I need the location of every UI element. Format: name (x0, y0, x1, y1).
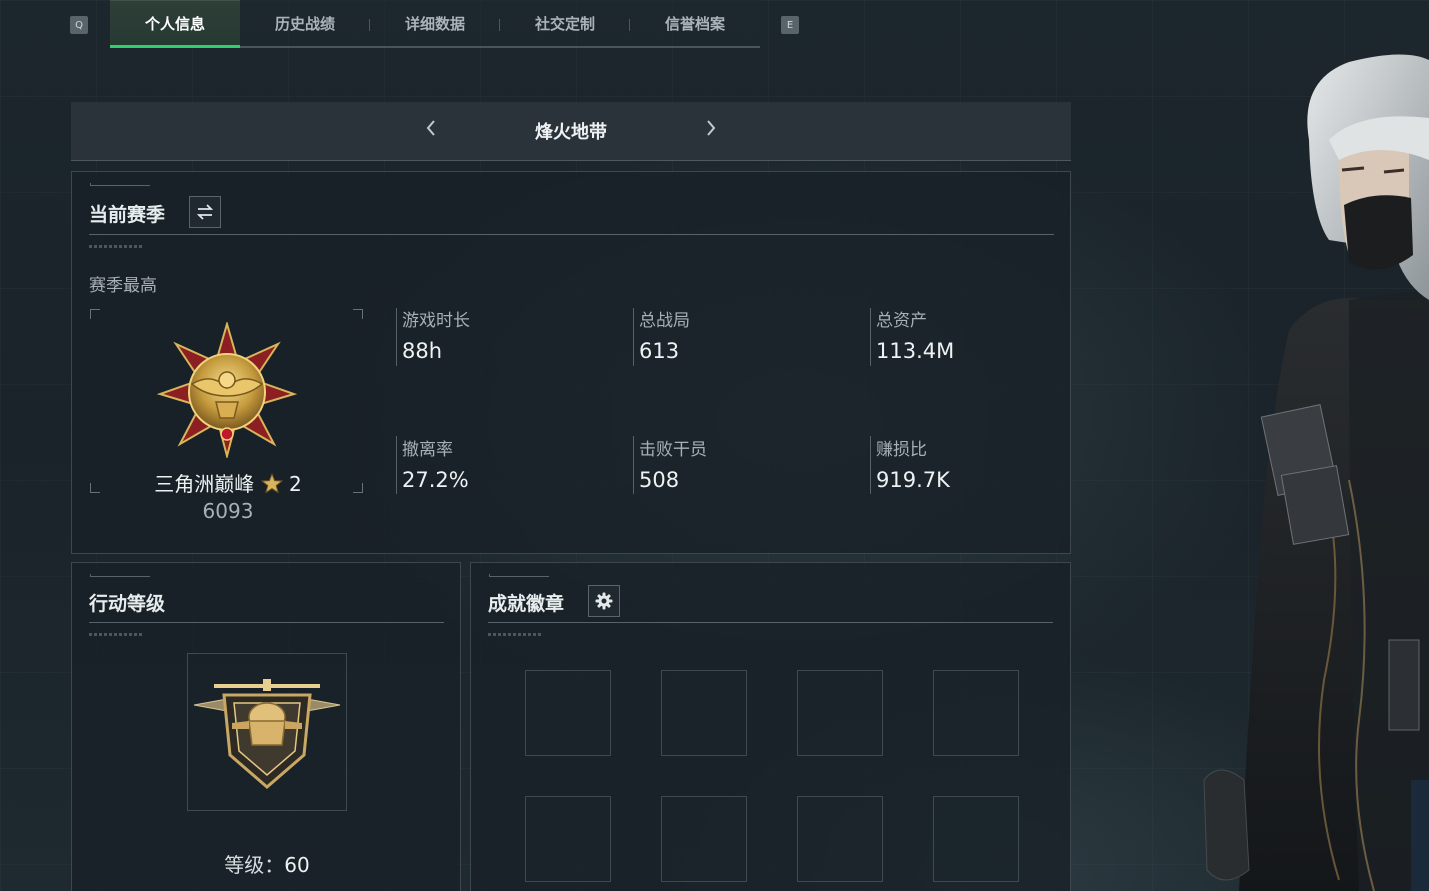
tab-credit-record[interactable]: 信誉档案 (630, 0, 760, 46)
frame-corner (90, 483, 100, 493)
stat-divider (396, 436, 397, 494)
stat-value-assets: 113.4M (876, 339, 955, 363)
mode-selector: 烽火地带 (71, 102, 1071, 161)
star-icon (260, 472, 283, 494)
next-tab-key-label: E (786, 19, 794, 31)
achievements-title: 成就徽章 (488, 593, 565, 615)
mode-title: 烽火地带 (535, 122, 607, 143)
level-row: 等级：60 (72, 849, 462, 878)
season-panel: 当前赛季 赛季最高 三角洲巅峰 2 6093 游戏时长 88h 总战局 613 … (71, 171, 1071, 554)
tab-label: 个人信息 (144, 15, 205, 33)
achievements-panel: 成就徽章 (470, 562, 1071, 891)
title-sub-decoration (488, 633, 542, 636)
season-best-label: 赛季最高 (89, 276, 157, 296)
tab-label: 信誉档案 (664, 14, 725, 33)
stat-label-matches: 总战局 (639, 311, 690, 331)
level-label: 等级： (224, 853, 285, 877)
stat-divider (633, 436, 634, 494)
prev-tab-key-label: Q (75, 19, 83, 31)
stat-value-profit-ratio: 919.7K (876, 468, 950, 492)
tab-personal-info[interactable]: 个人信息 (110, 0, 240, 48)
action-level-title: 行动等级 (89, 593, 166, 615)
stat-label-extract-rate: 撤离率 (402, 440, 453, 460)
rank-score: 6093 (202, 499, 254, 523)
title-divider (89, 234, 1054, 235)
prev-tab-key[interactable]: Q (70, 16, 88, 34)
season-title: 当前赛季 (89, 204, 166, 226)
badge-slot[interactable] (933, 670, 1019, 756)
badge-slot[interactable] (797, 796, 883, 882)
rank-stars: 2 (288, 472, 302, 496)
badge-slot[interactable] (525, 796, 611, 882)
tab-social-custom[interactable]: 社交定制 (500, 0, 630, 46)
stat-divider (870, 308, 871, 366)
badge-slot[interactable] (933, 796, 1019, 882)
badge-slot[interactable] (661, 796, 747, 882)
rank-name: 三角洲巅峰 (154, 472, 255, 496)
top-tab-bar: 个人信息 历史战绩 详细数据 社交定制 信誉档案 (110, 0, 760, 48)
title-sub-decoration (89, 633, 143, 636)
stat-label-playtime: 游戏时长 (402, 311, 470, 331)
title-divider (89, 622, 444, 623)
badge-slot[interactable] (797, 670, 883, 756)
swap-icon[interactable] (189, 196, 221, 228)
badge-slot[interactable] (661, 670, 747, 756)
frame-corner (90, 309, 100, 319)
stat-value-matches: 613 (639, 339, 680, 363)
badge-slot[interactable] (525, 670, 611, 756)
helicopter-emblem-icon (193, 679, 341, 789)
stat-label-profit-ratio: 赚损比 (876, 440, 927, 460)
tab-history[interactable]: 历史战绩 (240, 0, 370, 46)
stat-value-extract-rate: 27.2% (402, 468, 469, 492)
level-value: 60 (284, 853, 310, 877)
title-sub-decoration (89, 245, 143, 248)
panel-decoration (489, 574, 549, 577)
frame-corner (353, 309, 363, 319)
rank-name-row: 三角洲巅峰 2 (150, 468, 306, 497)
stat-label-kills: 击败干员 (639, 440, 707, 460)
tab-label: 历史战绩 (274, 14, 335, 33)
stat-divider (396, 308, 397, 366)
tab-label: 社交定制 (534, 14, 595, 33)
stat-divider (870, 436, 871, 494)
stat-value-playtime: 88h (402, 339, 443, 363)
gear-icon[interactable] (588, 585, 620, 617)
stat-label-assets: 总资产 (876, 311, 927, 331)
chevron-right-icon[interactable] (696, 118, 726, 144)
side-panel-edge (1411, 780, 1429, 891)
next-tab-key[interactable]: E (781, 16, 799, 34)
panel-decoration (90, 183, 150, 186)
chevron-left-icon[interactable] (416, 118, 446, 144)
stat-divider (633, 308, 634, 366)
panel-decoration (90, 574, 150, 577)
frame-corner (353, 483, 363, 493)
tab-detailed-data[interactable]: 详细数据 (370, 0, 500, 46)
title-divider (488, 622, 1053, 623)
rank-emblem-icon (156, 322, 298, 458)
tab-label: 详细数据 (404, 14, 465, 33)
stat-value-kills: 508 (639, 468, 680, 492)
operator-character-portrait (1199, 0, 1429, 891)
action-level-panel: 行动等级 等级：60 (71, 562, 461, 891)
